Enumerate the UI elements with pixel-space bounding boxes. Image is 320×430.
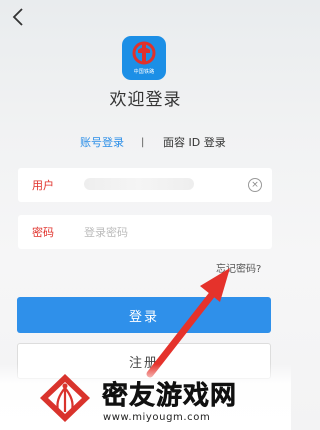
login-button[interactable]: 登录 (17, 297, 271, 333)
username-label: 用户 (32, 179, 54, 192)
watermark-logo-icon (40, 374, 90, 422)
chevron-left-icon (12, 8, 23, 26)
tab-separator: | (141, 136, 145, 148)
username-input[interactable] (84, 177, 248, 193)
username-field[interactable]: 用户 × (18, 168, 272, 202)
password-field[interactable]: 密码 登录密码 (18, 215, 272, 249)
login-tabs: 账号登录 | 面容 ID 登录 (0, 132, 291, 152)
forgot-password-link[interactable]: 忘记密码? (216, 260, 261, 275)
redacted-username (84, 177, 194, 190)
app-logo: 中国铁路 (122, 36, 166, 80)
clear-icon[interactable]: × (248, 178, 262, 192)
back-button[interactable] (8, 6, 28, 28)
railway-logo-icon (132, 41, 156, 65)
page-title: 欢迎登录 (109, 90, 182, 110)
watermark-brand: 密友游戏网 (102, 381, 238, 412)
logo-caption: 中国铁路 (133, 69, 155, 75)
watermark-url: www.miyougm.com (103, 412, 211, 423)
tab-face-id-login[interactable]: 面容 ID 登录 (163, 134, 226, 150)
password-label: 密码 (32, 226, 54, 239)
tab-account-login[interactable]: 账号登录 (80, 134, 124, 150)
password-input[interactable]: 登录密码 (84, 224, 272, 240)
